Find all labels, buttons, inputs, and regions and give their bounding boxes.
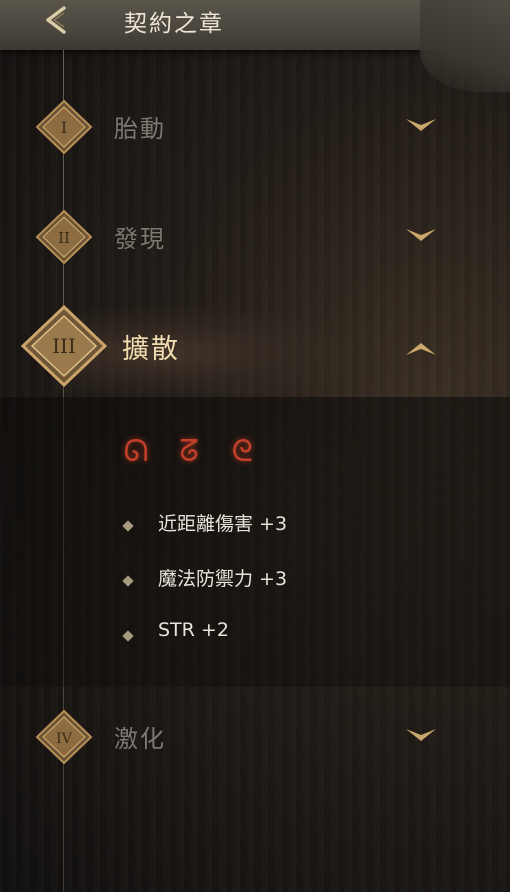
page-title: 契約之章 [124, 11, 224, 37]
tier-label: 發現 [114, 225, 166, 253]
bonus-text: 魔法防禦力 +3 [158, 568, 288, 590]
tier-numeral: IV [56, 731, 73, 747]
red-creature-sigil-icon: ᘔ [179, 434, 199, 469]
red-creature-sigil-icon: ᘏ [123, 434, 149, 469]
tier-label: 激化 [114, 725, 166, 753]
tier-row-2[interactable]: II 發現 [0, 207, 510, 267]
bonus-text: 近距離傷害 +3 [158, 513, 288, 535]
bonus-text: STR +2 [158, 619, 229, 641]
red-creature-sigil-icon: ᘓ [231, 434, 253, 469]
tier-label: 胎動 [114, 115, 166, 143]
tier-label: 擴散 [122, 334, 180, 365]
tier-row-3[interactable]: III 擴散 [0, 304, 510, 395]
chevron-up-icon[interactable] [404, 339, 438, 359]
tier-numeral: I [61, 118, 67, 137]
tier-numeral: II [58, 229, 70, 247]
tier-numeral-badge: II [34, 209, 94, 269]
tier-numeral: III [52, 334, 76, 358]
tier-numeral-badge: IV [34, 709, 94, 769]
tier-numeral-badge: I [34, 99, 94, 159]
tier-row-4[interactable]: IV 激化 [0, 707, 510, 767]
back-arrow-icon[interactable] [38, 4, 78, 36]
chevron-down-icon[interactable] [404, 725, 438, 745]
chevron-down-icon[interactable] [404, 115, 438, 135]
tier-row-1[interactable]: I 胎動 [0, 97, 510, 157]
chevron-down-icon[interactable] [404, 225, 438, 245]
tier-numeral-badge: III [20, 304, 108, 391]
sigil-row: ᘏ ᘔ ᘓ [115, 432, 269, 472]
